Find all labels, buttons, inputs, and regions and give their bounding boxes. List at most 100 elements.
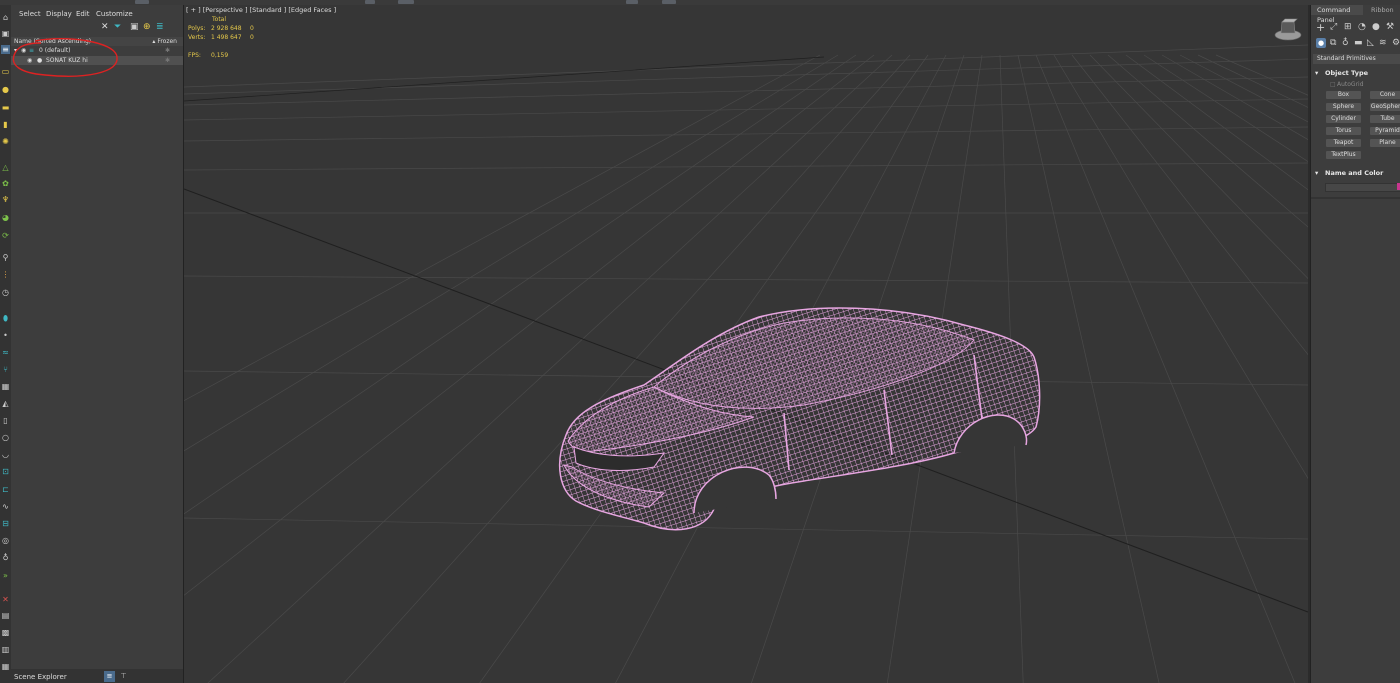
curve-icon[interactable]: ∿ [1,502,10,511]
category-dropdown[interactable]: Standard Primitives [1313,54,1400,64]
link-icon[interactable]: ⋮ [1,270,10,279]
lights-icon[interactable]: ♁ [1342,38,1349,49]
box-icon[interactable]: ⊟ [1,519,10,528]
grid-line [1125,54,1308,191]
toolbar-button[interactable] [398,0,414,4]
slot-icon[interactable]: ⊏ [1,485,10,494]
sort-by-layer-icon[interactable]: ≡ [104,671,115,682]
eye-icon[interactable]: ◎ [1,536,10,545]
layers-stack-icon[interactable]: ≣ [156,22,164,32]
tab-ribbon[interactable]: Ribbon [1371,5,1400,15]
bulb-icon[interactable]: ● [1,85,10,94]
display-icon[interactable]: ● [1372,22,1380,33]
spot-icon[interactable]: ▬ [1,103,10,112]
shapes-icon[interactable]: ⧉ [1330,38,1336,49]
ring-icon[interactable]: ○ [1,433,10,442]
spacewarps-icon[interactable]: ≋ [1379,38,1387,49]
bulb-small-icon[interactable]: ♁ [1,553,10,562]
helpers-icon[interactable]: ◺ [1367,38,1374,49]
cylinder-button[interactable]: Cylinder [1326,115,1361,123]
grid-line [1161,54,1308,140]
flower-icon[interactable]: ✿ [1,179,10,188]
utilities-icon[interactable]: ⚒ [1386,22,1394,33]
checkbox-autogrid[interactable]: □ [1330,81,1336,88]
tab-command-panel[interactable]: Command Panel [1311,5,1363,24]
motion-icon[interactable]: ◔ [1358,22,1366,33]
helper-icon[interactable]: △ [1,163,10,172]
column-frozen[interactable]: ▴ Frozen [152,38,177,45]
viewport-label[interactable]: [ + ] [Perspective ] [Standard ] [Edged … [186,6,336,14]
lock-icon[interactable]: ▣ [130,22,139,32]
pyramid-button[interactable]: Pyramid [1370,127,1400,135]
bone-icon[interactable]: ⚲ [1,253,10,262]
dot-icon[interactable]: • [1,331,10,340]
grid-line [184,76,1308,106]
perspective-viewport[interactable]: [ + ] [Perspective ] [Standard ] [Edged … [184,5,1308,683]
textplus-button[interactable]: TextPlus [1326,151,1361,159]
geometry-icon[interactable]: ● [1316,38,1326,48]
toolbar-button[interactable] [662,0,676,4]
tiles-icon[interactable]: ▩ [1,628,10,637]
toolbar-button[interactable] [365,0,375,4]
teapot-icon[interactable]: ⌂ [1,13,10,22]
tube-button[interactable]: Tube [1370,115,1400,123]
menu-customize[interactable]: Customize [96,10,133,18]
table-icon[interactable]: ▦ [1,662,10,671]
frame-icon[interactable]: ⊡ [1,467,10,476]
grid-line [184,58,1308,95]
create-icon[interactable]: + [1316,22,1325,33]
toolbar-button[interactable] [626,0,638,4]
freeze-icon[interactable]: ✱ [165,57,170,64]
drop-icon[interactable]: ◕ [1,213,10,222]
car-wireframe[interactable] [554,295,1064,545]
modify-icon[interactable]: ⤢ [1330,22,1337,33]
wave-icon[interactable]: ≈ [1,348,10,357]
object-name-field[interactable] [1325,183,1400,192]
viewcube-icon[interactable] [1274,18,1302,42]
sheet-icon[interactable]: ▥ [1,645,10,654]
close-icon[interactable]: ✕ [101,22,109,32]
torus-button[interactable]: Torus [1326,127,1361,135]
sort-by-hierarchy-icon[interactable]: ⊤ [118,671,129,682]
layers-icon[interactable]: ▤ [1,611,10,620]
cup-icon[interactable]: ◡ [1,450,10,459]
polys-label: Polys: [188,25,206,32]
grid-line [1071,54,1308,356]
grid-icon[interactable]: ▦ [1,382,10,391]
teapot-button[interactable]: Teapot [1326,139,1361,147]
box-button[interactable]: Box [1326,91,1361,99]
lamp-icon[interactable]: ▮ [1,120,10,129]
trophy-icon[interactable]: ♆ [1,195,10,204]
hierarchy-icon[interactable]: ⊞ [1344,22,1352,33]
freeze-icon[interactable]: ✱ [165,47,170,54]
explorer-footer: Scene Explorer ≡ ⊤ [11,669,183,683]
cone-button[interactable]: Cone [1370,91,1400,99]
filter-icon[interactable]: ⏷ [114,22,121,32]
fork-icon[interactable]: ⑂ [1,365,10,374]
object-type-title[interactable]: Object Type [1325,69,1368,77]
rollout-arrow-icon[interactable]: ▾ [1315,169,1318,177]
double-chevron-icon[interactable]: » [1,571,10,580]
blade-icon[interactable]: ◭ [1,399,10,408]
name-and-color-title[interactable]: Name and Color [1325,169,1383,177]
add-layer-icon[interactable]: ⊕ [143,22,151,32]
geosphere-button[interactable]: GeoSphere [1370,103,1400,111]
menu-edit[interactable]: Edit [76,10,90,18]
red-x-icon[interactable]: ✕ [1,595,10,604]
systems-icon[interactable]: ⚙ [1392,38,1400,49]
cycle-icon[interactable]: ⟳ [1,231,10,240]
toolbar-button[interactable] [135,0,149,4]
scene-explorer: Select Display Edit Customize ✕ ⏷ ▣ ⊕ ≣ … [11,5,184,683]
cameras-icon[interactable]: ▬ [1354,38,1363,49]
grid-line [1215,54,1308,96]
pin-icon[interactable]: ⬮ [1,314,10,323]
sun-icon[interactable]: ✺ [1,137,10,146]
menu-display[interactable]: Display [46,10,72,18]
lock-icon[interactable]: ▯ [1,416,10,425]
menu-select[interactable]: Select [19,10,41,18]
stats-header: Total [212,16,227,23]
plane-button[interactable]: Plane [1370,139,1400,147]
rollout-arrow-icon[interactable]: ▾ [1315,69,1318,77]
sphere-button[interactable]: Sphere [1326,103,1361,111]
clock-icon[interactable]: ◷ [1,288,10,297]
